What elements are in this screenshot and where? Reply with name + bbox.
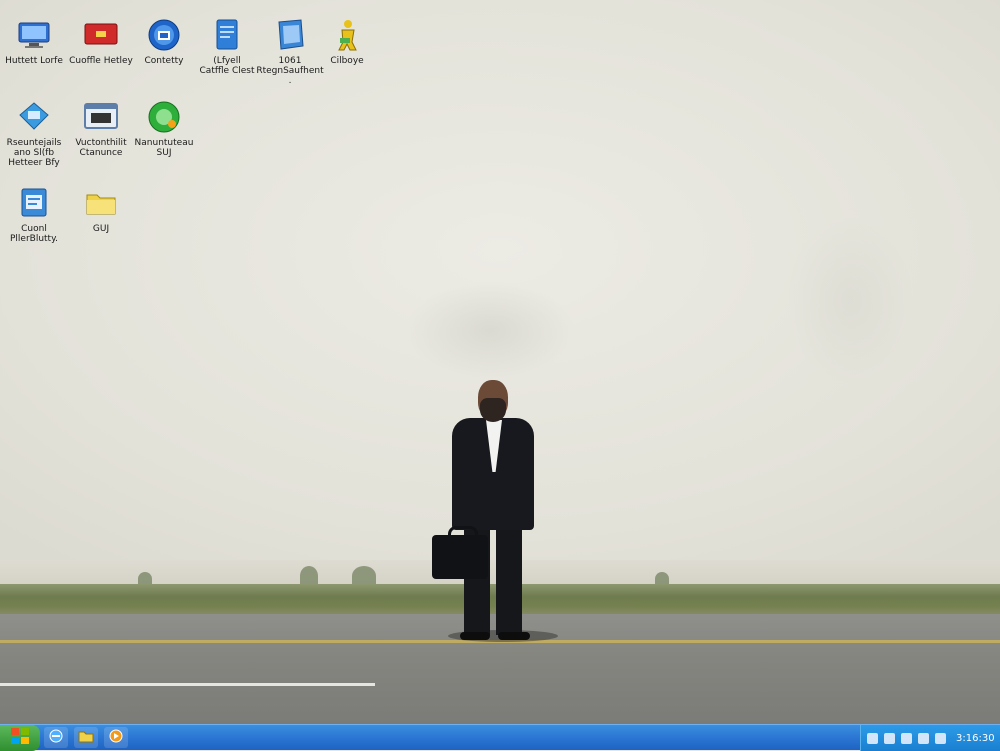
folder-icon [84,186,118,220]
globe-icon [147,18,181,52]
folder-icon [78,728,94,748]
desktop-icon-1[interactable]: Huttett Lorfe [0,18,70,66]
road-line-white [0,683,375,686]
briefcase [432,535,488,579]
yellow-figure-icon [330,18,364,52]
power-tray-icon[interactable] [935,732,946,744]
monitor-icon [17,18,51,52]
bush [352,566,376,586]
person-beard [480,398,506,422]
start-button[interactable] [0,725,40,751]
bush [300,566,318,586]
desktop-icon-3[interactable]: Contetty [128,18,200,66]
volume-tray-icon[interactable] [884,732,895,744]
ie-icon [48,728,64,748]
system-tray: 3:16:30 [860,725,1000,751]
desktop-icon-6[interactable]: Cilboye [311,18,383,66]
desktop-icon-7[interactable]: Rseuntejails ano Sl(fb Hetteer Bfy [0,100,70,168]
desktop-icon-10[interactable]: Cuonl PllerBlutty. [0,186,70,244]
quick-launch-ie[interactable] [44,727,68,748]
desktop-icon-4[interactable]: (Lfyell Catffle Clest [191,18,263,76]
desktop-icon-9[interactable]: Nanuntuteau SUJ [128,100,200,158]
media-icon [108,728,124,748]
security-tray-icon[interactable] [901,732,912,744]
windows-logo-icon [10,727,30,749]
file-icon [17,186,51,220]
taskbar: 3:16:30 [0,724,1000,751]
desktop-icon-11[interactable]: GUJ [65,186,137,234]
quick-launch-media[interactable] [104,727,128,748]
person-shoe [498,632,530,640]
desktop-icon-2[interactable]: Cuoffle Hetley [65,18,137,66]
update-tray-icon[interactable] [918,732,929,744]
network-tray-icon[interactable] [867,732,878,744]
person-shoe [460,632,490,640]
blue-document-icon [210,18,244,52]
quick-launch-folder[interactable] [74,727,98,748]
blue-book-icon [273,18,307,52]
green-circle-icon [147,100,181,134]
red-card-icon [84,18,118,52]
network-icon [17,100,51,134]
desktop-icon-8[interactable]: Vuctonthilit Ctanunce [65,100,137,158]
window-icon [84,100,118,134]
clock[interactable]: 3:16:30 [956,733,995,744]
person-leg [496,525,522,635]
